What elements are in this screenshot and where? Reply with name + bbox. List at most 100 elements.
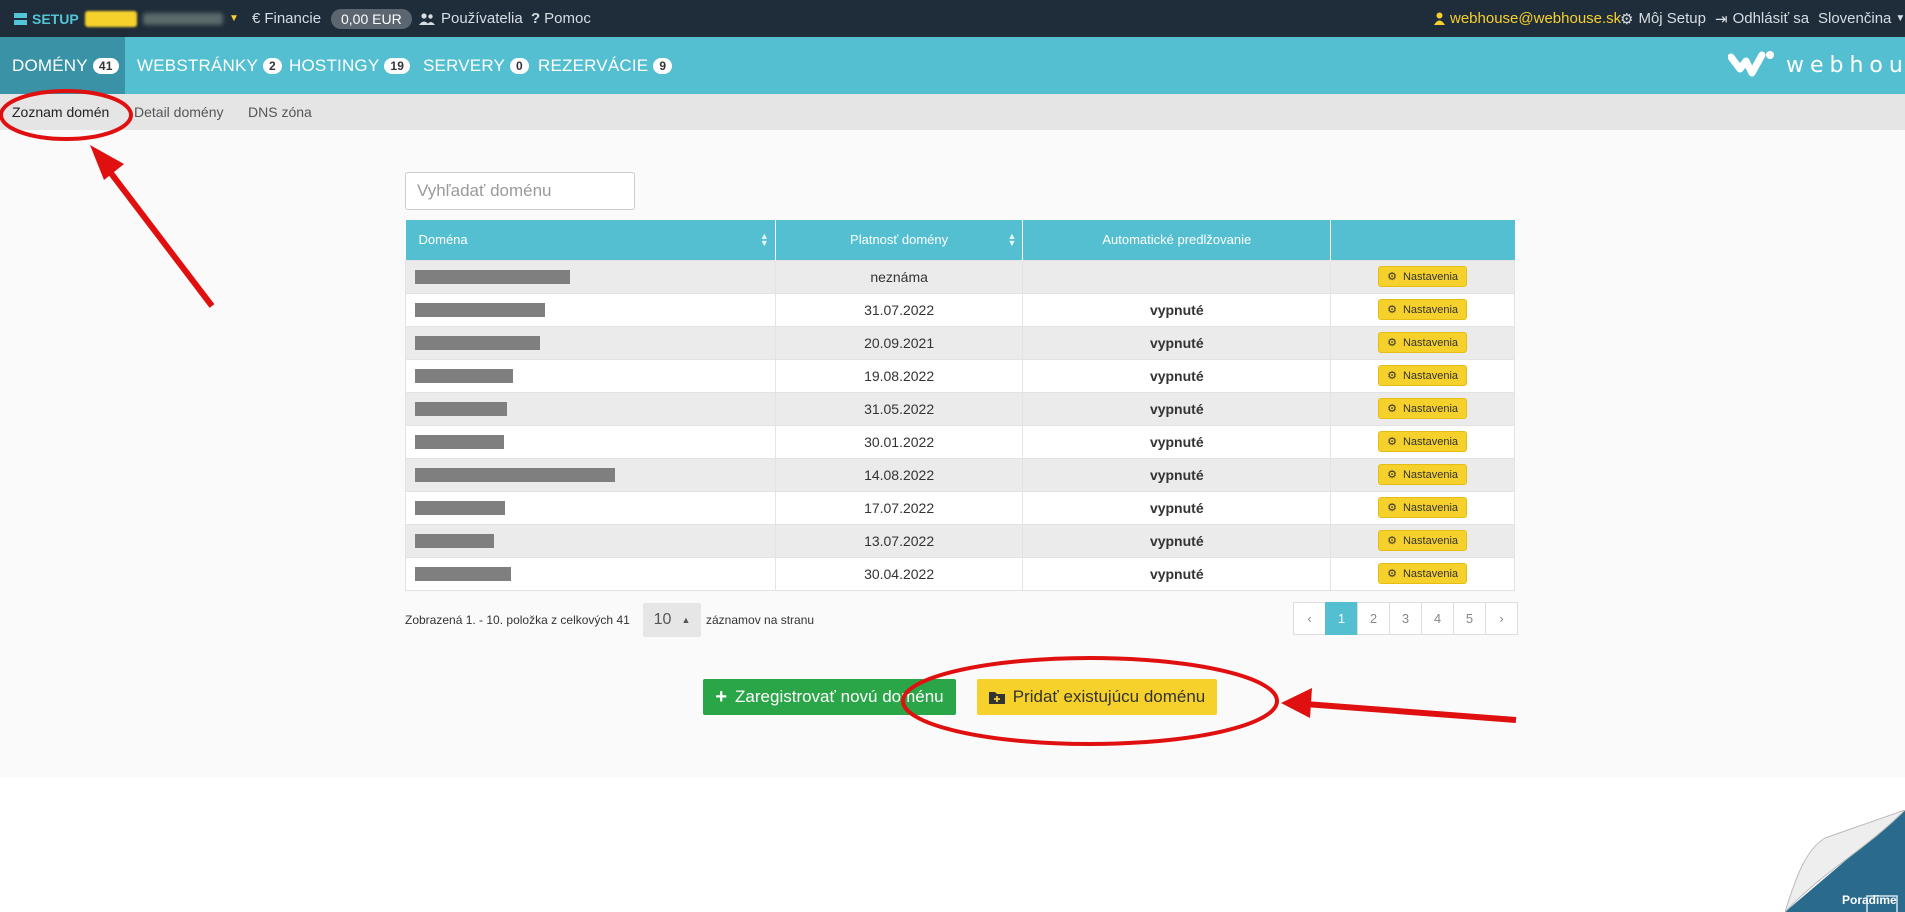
user-email-link[interactable]: webhouse@webhouse.sk [1434,0,1621,37]
settings-button[interactable]: ⚙ Nastavenia [1378,431,1468,452]
cell-actions: ⚙ Nastavenia [1330,523,1515,558]
col-label: Doména [418,232,468,248]
tab-label: DOMÉNY [12,55,88,75]
user-email: webhouse@webhouse.sk [1450,10,1622,27]
redacted-domain-name [415,401,507,416]
settings-button[interactable]: ⚙ Nastavenia [1378,332,1468,353]
page-prev[interactable]: ‹ [1293,602,1326,635]
language-label: Slovenčina [1818,10,1892,27]
redacted-domain-name [415,368,513,383]
help-link[interactable]: ? Pomoc [531,0,591,37]
subnav-zoznam-domen[interactable]: Zoznam domén [12,94,109,130]
cell-actions: ⚙ Nastavenia [1330,490,1515,525]
my-setup-link[interactable]: ⚙ Môj Setup [1620,0,1706,37]
account-name [143,12,223,25]
balance-badge[interactable]: 0,00 EUR [331,0,412,37]
cell-validity: 30.04.2022 [774,556,1024,591]
cell-auto-renew: vypnuté [1022,391,1332,426]
col-platnost[interactable]: Platnosť domény ▲ ▼ [775,220,1024,260]
gear-icon: ⚙ [1387,337,1397,349]
page-1[interactable]: 1 [1325,602,1358,635]
settings-button[interactable]: ⚙ Nastavenia [1378,530,1468,551]
tab-rezervacie[interactable]: REZERVÁCIE 9 [526,37,684,94]
page-2[interactable]: 2 [1357,602,1390,635]
cell-domain[interactable] [405,490,776,525]
financie-link[interactable]: € Financie [252,0,321,37]
language-selector[interactable]: Slovenčina ▼ [1818,0,1905,37]
settings-button[interactable]: ⚙ Nastavenia [1378,266,1468,287]
cell-domain[interactable] [405,325,776,360]
tab-label: SERVERY [423,55,506,75]
tab-count-badge: 9 [653,57,673,74]
col-auto-predlzovanie: Automatické predlžovanie [1022,220,1332,260]
cell-actions: ⚙ Nastavenia [1330,556,1515,591]
tab-webstranky[interactable]: WEBSTRÁNKY 2 [125,37,294,94]
settings-label: Nastavenia [1402,468,1459,481]
page-4[interactable]: 4 [1421,602,1454,635]
cell-validity: 31.07.2022 [774,292,1024,327]
cell-domain[interactable] [405,391,776,426]
tab-hostingy[interactable]: HOSTINGY 19 [277,37,422,94]
col-domena[interactable]: Doména ▲ ▼ [405,220,776,260]
gear-icon: ⚙ [1387,436,1397,448]
table-body: neznáma ⚙ Nastavenia 31.07.2022 vypnuté ⚙ Nast… [405,259,1515,591]
gear-icon: ⚙ [1387,469,1397,481]
subnav-detail-domeny[interactable]: Detail domény [134,94,224,130]
setup-link[interactable]: SETUP [14,0,79,37]
table-header-row: Doména ▲ ▼ Platnosť domény ▲ ▼ Automatické… [405,220,1515,260]
caret-down-icon: ▼ [229,13,239,24]
cell-actions: ⚙ Nastavenia [1330,424,1515,459]
cell-domain[interactable] [405,556,776,591]
cell-validity: 30.01.2022 [774,424,1024,459]
register-domain-button[interactable]: + Zaregistrovať novú doménu [703,679,956,715]
settings-button[interactable]: ⚙ Nastavenia [1378,497,1468,518]
add-existing-domain-button[interactable]: Pridať existujúcu doménu [977,679,1217,715]
table-row: 31.07.2022 vypnuté ⚙ Nastavenia [405,292,1515,327]
cell-domain[interactable] [405,523,776,558]
per-page-label: záznamov na stranu [706,613,815,627]
cell-auto-renew: vypnuté [1022,556,1332,591]
logo-text: webhouse [1786,53,1905,78]
cell-auto-renew: vypnuté [1022,292,1332,327]
logout-link[interactable]: ⇥ Odhlásiť sa [1715,0,1809,37]
per-page-value: 10 [653,611,672,628]
tab-count-badge: 41 [92,57,119,74]
settings-button[interactable]: ⚙ Nastavenia [1378,299,1468,320]
page-next[interactable]: › [1485,602,1518,635]
page-5[interactable]: 5 [1453,602,1486,635]
folder-plus-icon [988,691,1005,704]
gear-icon: ⚙ [1387,535,1397,547]
top-bar: SETUP ▼ € Financie 0,00 EUR Používatelia… [0,0,1905,37]
settings-button[interactable]: ⚙ Nastavenia [1378,398,1468,419]
cell-auto-renew: vypnuté [1022,325,1332,360]
corner-label: Poradime [1842,893,1897,907]
cell-validity: neznáma [774,259,1024,294]
settings-label: Nastavenia [1402,534,1459,547]
users-link[interactable]: Používatelia [419,0,523,37]
cell-domain[interactable] [405,457,776,492]
cell-auto-renew: vypnuté [1022,457,1332,492]
cell-domain[interactable] [405,424,776,459]
domain-search-input[interactable] [405,172,635,210]
settings-label: Nastavenia [1402,435,1459,448]
sub-nav: Zoznam domén Detail domény DNS zóna [0,94,1905,130]
table-row: 19.08.2022 vypnuté ⚙ Nastavenia [405,358,1515,393]
add-existing-domain-label: Pridať existujúcu doménu [1012,687,1206,706]
webhouse-logo[interactable]: webhouse [1728,37,1905,94]
per-page-select[interactable]: 10 ▲ [643,603,701,637]
cell-domain[interactable] [405,358,776,393]
cell-domain[interactable] [405,292,776,327]
cell-domain[interactable] [405,259,776,294]
subnav-dns-zona[interactable]: DNS zóna [248,94,312,130]
account-selector[interactable]: ▼ [85,0,239,37]
main-nav: DOMÉNY 41 WEBSTRÁNKY 2 HOSTINGY 19 SERVE… [0,37,1905,94]
tab-domeny[interactable]: DOMÉNY 41 [0,37,125,94]
table-row: neznáma ⚙ Nastavenia [405,259,1515,294]
settings-button[interactable]: ⚙ Nastavenia [1378,563,1468,584]
page-3[interactable]: 3 [1389,602,1422,635]
cell-auto-renew: vypnuté [1022,523,1332,558]
tab-servery[interactable]: SERVERY 0 [411,37,541,94]
cell-validity: 17.07.2022 [774,490,1024,525]
settings-button[interactable]: ⚙ Nastavenia [1378,365,1468,386]
settings-button[interactable]: ⚙ Nastavenia [1378,464,1468,485]
